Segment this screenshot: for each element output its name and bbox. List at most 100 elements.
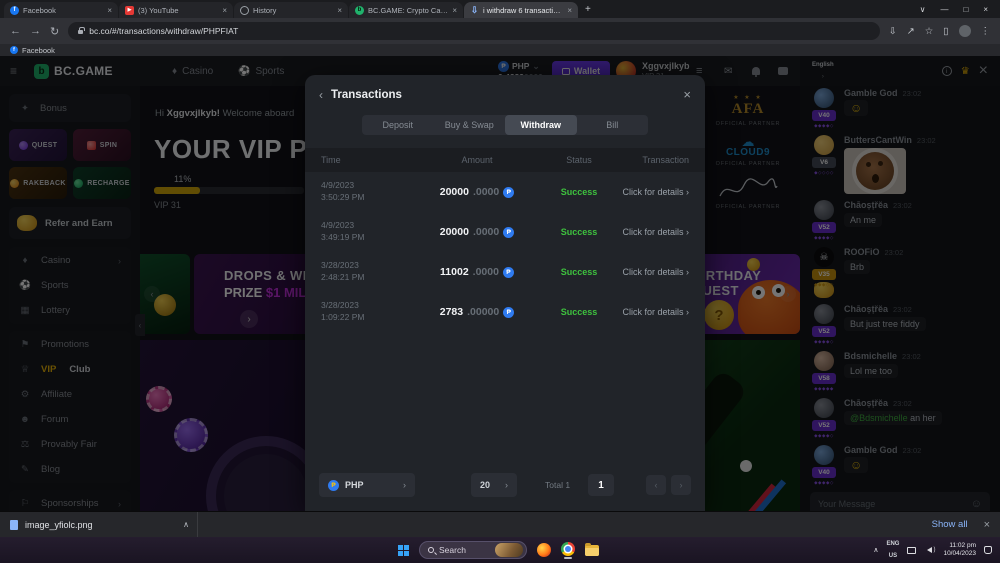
- new-tab-button[interactable]: +: [585, 4, 591, 15]
- file-explorer-icon[interactable]: [585, 545, 599, 556]
- transactions-modal: ‹ Transactions × Deposit Buy & Swap With…: [305, 75, 705, 511]
- system-tray: ∧ ENGUS ) 11:02 pm10/04/2023: [873, 541, 992, 560]
- download-bar-close-icon[interactable]: ×: [984, 519, 990, 531]
- modal-close-icon[interactable]: ×: [683, 87, 691, 102]
- table-header: Time Amount Status Transaction: [305, 148, 705, 172]
- firefox-icon[interactable]: [537, 543, 551, 557]
- column-time: Time: [321, 155, 413, 165]
- tx-date: 3/28/2023: [321, 300, 413, 312]
- tab-bill[interactable]: Bill: [577, 115, 649, 135]
- clock-time: 11:02 pm: [949, 542, 976, 550]
- profile-avatar[interactable]: [959, 25, 971, 37]
- window-controls: ∨ — □ ×: [908, 5, 1000, 14]
- bookmarks-bar: f Facebook: [0, 44, 1000, 56]
- modal-title: Transactions: [331, 89, 402, 101]
- search-icon: [428, 547, 434, 553]
- browser-toolbar: ← → ↻ bc.co/#/transactions/withdraw/PHPF…: [0, 18, 1000, 44]
- chrome-taskbar-item[interactable]: [561, 542, 575, 559]
- network-icon[interactable]: [907, 547, 916, 554]
- side-panel-icon[interactable]: ▯: [943, 26, 948, 37]
- tx-status: Success: [541, 187, 617, 197]
- file-icon: [10, 520, 18, 530]
- history-favicon: [240, 6, 249, 15]
- current-page[interactable]: 1: [588, 474, 614, 496]
- bookmark-facebook[interactable]: Facebook: [22, 46, 55, 55]
- tab-close-icon[interactable]: ×: [567, 6, 572, 15]
- tx-status: Success: [541, 227, 617, 237]
- tab-buy-and-swap[interactable]: Buy & Swap: [434, 115, 506, 135]
- page-size-dropdown[interactable]: 20 ›: [471, 473, 517, 497]
- tab-youtube[interactable]: ▶ (3) YouTube ×: [119, 2, 233, 18]
- tray-overflow-icon[interactable]: ∧: [873, 546, 878, 554]
- toolbar-icons: ⇩ ↗ ☆ ▯ ⋮: [889, 25, 990, 37]
- menu-kebab-icon[interactable]: ⋮: [981, 26, 991, 37]
- volume-icon[interactable]: ): [924, 547, 935, 553]
- language-indicator[interactable]: ENGUS: [886, 541, 899, 560]
- currency-filter-dropdown[interactable]: ₱ PHP ›: [319, 473, 415, 497]
- download-filename: image_yfiolc.png: [25, 520, 93, 530]
- lock-icon[interactable]: [78, 30, 83, 34]
- download-favicon: ⇩: [470, 6, 479, 15]
- tab-label: Facebook: [23, 6, 103, 15]
- show-all-downloads-link[interactable]: Show all: [932, 519, 968, 530]
- bookmark-star-icon[interactable]: ☆: [925, 26, 934, 37]
- tab-close-icon[interactable]: ×: [452, 6, 457, 15]
- tab-label: BC.GAME: Crypto Casino Games: [368, 6, 448, 15]
- maximize-icon[interactable]: □: [963, 5, 968, 14]
- download-menu-icon[interactable]: ∧: [183, 520, 189, 529]
- total-count: Total 1: [545, 480, 570, 490]
- tab-close-icon[interactable]: ×: [337, 6, 342, 15]
- tab-close-icon[interactable]: ×: [222, 6, 227, 15]
- forward-icon[interactable]: →: [30, 25, 41, 37]
- address-bar[interactable]: bc.co/#/transactions/withdraw/PHPFIAT: [68, 22, 880, 40]
- php-coin-icon: ₱: [503, 307, 514, 318]
- table-row: 4/9/20233:50:29 PM 20000.0000₱ Success C…: [305, 172, 705, 212]
- tx-date: 4/9/2023: [321, 220, 413, 232]
- tx-time: 2:48:21 PM: [321, 272, 413, 284]
- windows-taskbar: Search ∧ ENGUS ) 11:02 pm10/04/2023: [0, 537, 1000, 563]
- tx-time: 1:09:22 PM: [321, 312, 413, 324]
- tab-label: i withdraw 6 transaction 3 of the: [483, 6, 563, 15]
- facebook-favicon: f: [10, 6, 19, 15]
- tab-deposit[interactable]: Deposit: [362, 115, 434, 135]
- facebook-favicon: f: [10, 46, 18, 54]
- php-coin-icon: ₱: [328, 480, 339, 491]
- tx-amount: 2783: [440, 306, 463, 318]
- chevron-right-icon: ›: [403, 480, 406, 490]
- tab-bcgame[interactable]: b BC.GAME: Crypto Casino Games ×: [349, 2, 463, 18]
- close-icon[interactable]: ×: [983, 5, 988, 14]
- column-amount: Amount: [413, 155, 541, 165]
- tab-close-icon[interactable]: ×: [107, 6, 112, 15]
- php-coin-icon: ₱: [503, 267, 514, 278]
- tx-date: 4/9/2023: [321, 180, 413, 192]
- prev-page-icon[interactable]: ‹: [646, 475, 666, 495]
- download-item[interactable]: image_yfiolc.png ∧: [10, 512, 198, 537]
- search-highlight-image[interactable]: [495, 543, 523, 557]
- taskbar-search-box[interactable]: Search: [419, 541, 527, 559]
- back-icon[interactable]: ←: [10, 25, 21, 37]
- tx-amount: 11002: [440, 266, 469, 278]
- browser-tab-strip: f Facebook × ▶ (3) YouTube × History × b…: [0, 0, 1000, 18]
- transaction-type-tabs: Deposit Buy & Swap Withdraw Bill: [362, 115, 648, 135]
- tab-facebook[interactable]: f Facebook ×: [4, 2, 118, 18]
- reload-icon[interactable]: ↻: [50, 25, 59, 38]
- start-button-icon[interactable]: [398, 545, 409, 556]
- tab-withdraw[interactable]: Withdraw: [505, 115, 577, 135]
- tx-details-link[interactable]: Click for details ›: [617, 267, 689, 277]
- back-icon[interactable]: ‹: [319, 88, 323, 102]
- bcgame-favicon: b: [355, 6, 364, 15]
- install-icon[interactable]: ⇩: [889, 26, 897, 37]
- tx-status: Success: [541, 267, 617, 277]
- tab-history[interactable]: History ×: [234, 2, 348, 18]
- tx-details-link[interactable]: Click for details ›: [617, 227, 689, 237]
- next-page-icon[interactable]: ›: [671, 475, 691, 495]
- share-icon[interactable]: ↗: [907, 26, 915, 37]
- minimize-icon[interactable]: —: [940, 5, 948, 14]
- modal-footer: ₱ PHP › 20 › Total 1 1 ‹ ›: [319, 473, 691, 497]
- tab-search-icon[interactable]: ∨: [920, 5, 926, 14]
- tab-download-active[interactable]: ⇩ i withdraw 6 transaction 3 of the ×: [464, 2, 578, 18]
- taskbar-clock[interactable]: 11:02 pm10/04/2023: [943, 542, 976, 558]
- tx-details-link[interactable]: Click for details ›: [617, 187, 689, 197]
- notification-center-icon[interactable]: [984, 546, 992, 554]
- tx-details-link[interactable]: Click for details ›: [617, 307, 689, 317]
